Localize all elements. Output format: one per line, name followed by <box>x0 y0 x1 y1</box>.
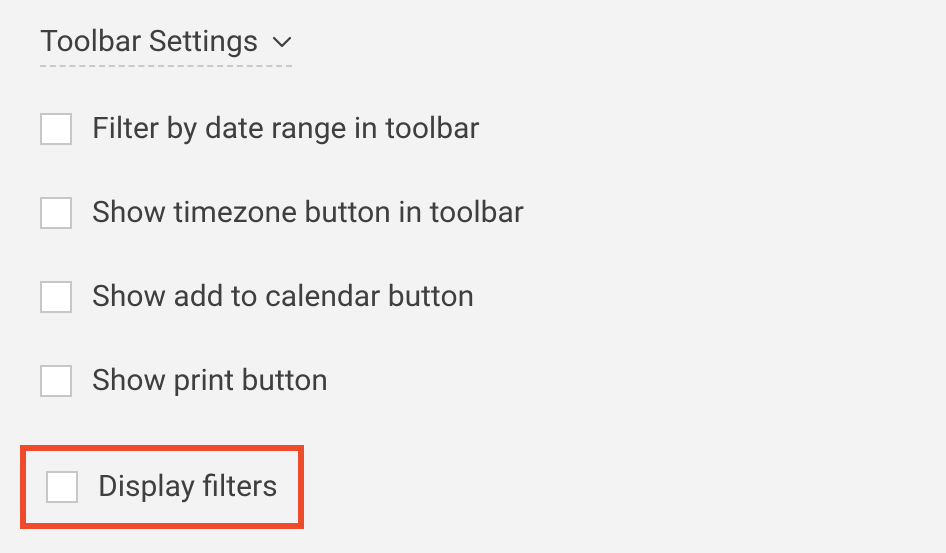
option-label: Display filters <box>98 469 278 505</box>
section-header-toolbar-settings[interactable]: Toolbar Settings <box>40 24 292 67</box>
option-show-timezone[interactable]: Show timezone button in toolbar <box>40 195 906 231</box>
checkbox[interactable] <box>40 197 72 229</box>
option-label: Filter by date range in toolbar <box>92 111 480 147</box>
checkbox[interactable] <box>40 281 72 313</box>
section-title: Toolbar Settings <box>40 24 258 59</box>
checkbox[interactable] <box>40 365 72 397</box>
checkbox[interactable] <box>40 113 72 145</box>
option-show-print[interactable]: Show print button <box>40 363 906 399</box>
toolbar-settings-panel: Toolbar Settings Filter by date range in… <box>0 0 946 553</box>
option-label: Show timezone button in toolbar <box>92 195 524 231</box>
option-label: Show print button <box>92 363 328 399</box>
highlighted-option-wrapper: Display filters <box>40 447 906 529</box>
checkbox[interactable] <box>46 471 78 503</box>
option-filter-date-range[interactable]: Filter by date range in toolbar <box>40 111 906 147</box>
option-label: Show add to calendar button <box>92 279 474 315</box>
option-show-add-calendar[interactable]: Show add to calendar button <box>40 279 906 315</box>
option-display-filters[interactable]: Display filters <box>20 445 304 529</box>
chevron-down-icon <box>272 36 292 48</box>
